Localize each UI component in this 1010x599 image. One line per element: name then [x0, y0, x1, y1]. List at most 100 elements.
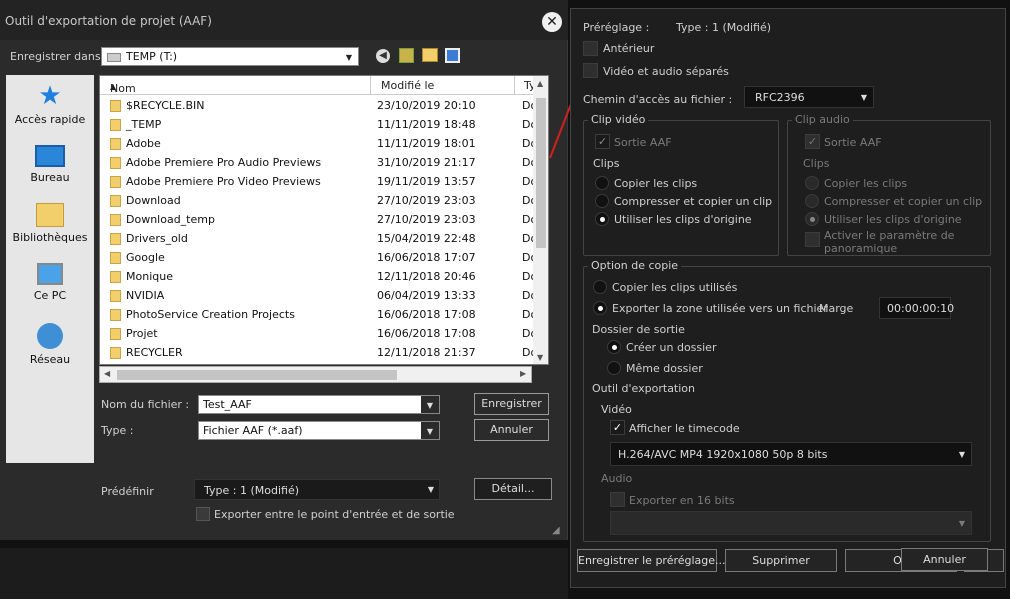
save-button[interactable]: Enregistrer	[474, 393, 549, 415]
resize-grip-icon[interactable]: ◢	[552, 525, 560, 536]
column-name[interactable]: Nom ▲	[110, 79, 136, 95]
file-row[interactable]: $RECYCLE.BIN 23/10/2019 20:10 Do	[100, 96, 537, 115]
place-libraries[interactable]: Bibliothèques	[6, 203, 94, 244]
scroll-down-icon[interactable]: ▼	[537, 353, 543, 362]
background-panel	[0, 548, 568, 599]
audio-original-label: Utiliser les clips d'origine	[824, 213, 962, 226]
scroll-thumb[interactable]	[117, 370, 397, 380]
folder-icon	[110, 195, 121, 207]
audio-format-select[interactable]: ▼	[610, 511, 972, 535]
folder-icon	[110, 157, 121, 169]
preset-label: Préréglage :	[583, 21, 650, 34]
scroll-left-icon[interactable]: ◀	[104, 369, 110, 378]
audio-aaf-output-checkbox[interactable]: ✓	[805, 134, 820, 149]
horizontal-scrollbar[interactable]: ◀ ▶	[99, 366, 532, 383]
file-row[interactable]: RECYCLER 12/11/2018 21:37 Do	[100, 343, 537, 362]
filename-input[interactable]: Test_AAF ▼	[198, 395, 440, 414]
close-icon[interactable]: ✕	[542, 12, 562, 32]
file-row[interactable]: Adobe 11/11/2019 18:01 Do	[100, 134, 537, 153]
scroll-right-icon[interactable]: ▶	[520, 369, 526, 378]
file-row[interactable]: Drivers_old 15/04/2019 22:48 Do	[100, 229, 537, 248]
detail-button[interactable]: Détail...	[474, 478, 552, 500]
file-row[interactable]: Download_temp 27/10/2019 23:03 Do	[100, 210, 537, 229]
detail-cancel-button[interactable]: Annuler	[901, 548, 988, 571]
file-row[interactable]: Download 27/10/2019 23:03 Do	[100, 191, 537, 210]
export-between-checkbox[interactable]	[196, 507, 210, 521]
video-format-select[interactable]: H.264/AVC MP4 1920x1080 50p 8 bits ▼	[610, 442, 972, 466]
new-folder-icon[interactable]	[422, 48, 438, 62]
view-menu-icon[interactable]	[445, 48, 460, 63]
column-separator	[370, 76, 371, 95]
audio-pan-checkbox[interactable]	[805, 232, 820, 247]
preset-value: Type : 1 (Modifié)	[676, 21, 771, 34]
audio-pan-label-2: panoramique	[824, 242, 898, 255]
file-date: 31/10/2019 21:17	[377, 156, 476, 169]
file-row[interactable]: Monique 12/11/2018 20:46 Do	[100, 267, 537, 286]
same-folder-radio[interactable]	[607, 361, 621, 375]
back-icon[interactable]: ◀	[376, 49, 390, 63]
file-name: Download	[126, 194, 181, 207]
chevron-down-icon: ▼	[958, 450, 965, 459]
file-path-select[interactable]: RFC2396 ▼	[744, 86, 874, 108]
file-date: 12/11/2018 20:46	[377, 270, 476, 283]
copy-used-radio[interactable]	[593, 280, 607, 294]
video-label: Vidéo	[601, 403, 632, 416]
place-quick-access[interactable]: ★ Accès rapide	[6, 83, 94, 126]
file-row[interactable]: Adobe Premiere Pro Video Previews 19/11/2…	[100, 172, 537, 191]
audio-clips-label: Clips	[803, 157, 830, 170]
separate-av-checkbox[interactable]	[583, 63, 598, 78]
place-network[interactable]: Réseau	[6, 323, 94, 366]
file-row[interactable]: _TEMP 11/11/2019 18:48 Do	[100, 115, 537, 134]
preset-select[interactable]: Type : 1 (Modifié) ▼	[194, 479, 440, 500]
file-row[interactable]: PhotoService Creation Projects 16/06/2018…	[100, 305, 537, 324]
column-separator	[514, 76, 515, 95]
output-folder-label: Dossier de sortie	[592, 323, 685, 336]
file-type-select[interactable]: Fichier AAF (*.aaf) ▼	[198, 421, 440, 440]
video-compress-radio[interactable]	[595, 194, 609, 208]
chevron-down-icon: ▼	[421, 422, 439, 439]
place-desktop[interactable]: Bureau	[6, 145, 94, 184]
video-original-radio[interactable]	[595, 212, 609, 226]
file-name: _TEMP	[126, 118, 162, 131]
video-clip-title: Clip vidéo	[588, 113, 649, 126]
export-dialog: Outil d'exportation de projet (AAF) ✕ En…	[0, 0, 568, 540]
show-timecode-checkbox[interactable]: ✓	[610, 420, 625, 435]
file-date: 23/10/2019 20:10	[377, 99, 476, 112]
video-aaf-output-checkbox[interactable]: ✓	[595, 134, 610, 149]
file-row[interactable]: Adobe Premiere Pro Audio Previews 31/10/2…	[100, 153, 537, 172]
up-folder-icon[interactable]	[399, 48, 414, 63]
file-row[interactable]: NVIDIA 06/04/2019 13:33 Do	[100, 286, 537, 305]
folder-icon	[110, 290, 121, 302]
place-this-pc[interactable]: Ce PC	[6, 263, 94, 302]
separate-av-label: Vidéo et audio séparés	[603, 65, 729, 78]
file-name: RECYCLER	[126, 346, 183, 359]
scroll-up-icon[interactable]: ▲	[537, 79, 543, 88]
chevron-down-icon: ▼	[340, 48, 358, 65]
audio-pan-label: Activer le paramètre de	[824, 229, 955, 242]
save-preset-button[interactable]: Enregistrer le préréglage...	[577, 549, 726, 572]
audio-copy-clips-radio[interactable]	[805, 176, 819, 190]
export-used-zone-label: Exporter la zone utilisée vers un fichie…	[612, 302, 828, 315]
audio-compress-radio[interactable]	[805, 194, 819, 208]
video-original-label: Utiliser les clips d'origine	[614, 213, 752, 226]
export-16bit-checkbox[interactable]	[610, 492, 625, 507]
file-row[interactable]: Projet 16/06/2018 17:08 Do	[100, 324, 537, 343]
video-copy-clips-radio[interactable]	[595, 176, 609, 190]
export-used-zone-radio[interactable]	[593, 301, 607, 315]
save-in-select[interactable]: TEMP (T:) ▼	[101, 47, 359, 66]
file-date: 19/11/2019 13:57	[377, 175, 476, 188]
margin-input[interactable]: 00:00:00:10	[879, 297, 954, 319]
file-row[interactable]: Google 16/06/2018 17:07 Do	[100, 248, 537, 267]
libraries-icon	[36, 203, 64, 227]
copy-option-title: Option de copie	[588, 259, 682, 272]
file-name: Adobe Premiere Pro Video Previews	[126, 175, 321, 188]
cancel-button[interactable]: Annuler	[474, 419, 549, 441]
chevron-down-icon: ▼	[421, 396, 439, 413]
create-folder-radio[interactable]	[607, 340, 621, 354]
audio-original-radio[interactable]	[805, 212, 819, 226]
delete-button[interactable]: Supprimer	[725, 549, 837, 572]
previous-checkbox[interactable]	[583, 41, 598, 56]
folder-icon	[110, 309, 121, 321]
column-modified[interactable]: Modifié le	[381, 79, 434, 92]
file-date: 27/10/2019 23:03	[377, 194, 476, 207]
